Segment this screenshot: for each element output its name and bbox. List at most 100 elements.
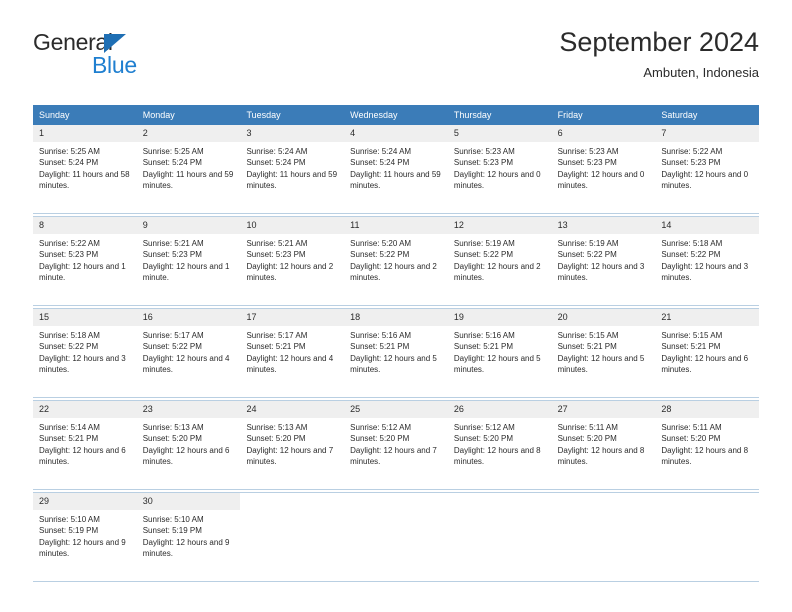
sunrise-text: Sunrise: 5:25 AM: [39, 147, 100, 156]
day-cell[interactable]: 15 Sunrise: 5:18 AM Sunset: 5:22 PM Dayligh…: [33, 309, 137, 397]
day-cell-empty: [240, 493, 344, 581]
sunrise-text: Sunrise: 5:21 AM: [246, 239, 308, 248]
sunset-text: Sunset: 5:20 PM: [557, 434, 617, 444]
day-number: 2: [136, 125, 241, 142]
sunrise-text: Sunrise: 5:15 AM: [557, 331, 619, 340]
sunrise-text: Sunrise: 5:15 AM: [661, 331, 723, 340]
day-cell[interactable]: 4 Sunrise: 5:24 AM Sunset: 5:24 PM Daylight…: [344, 125, 448, 213]
day-number: 30: [136, 493, 241, 510]
day-number: 10: [240, 217, 345, 234]
sunset-text: Sunset: 5:23 PM: [246, 250, 306, 260]
daylight-text: Daylight: 12 hours and 8 minutes.: [453, 445, 541, 467]
day-cell[interactable]: 19 Sunrise: 5:16 AM Sunset: 5:21 PM Dayligh…: [447, 309, 552, 397]
day-cell[interactable]: 27 Sunrise: 5:11 AM Sunset: 5:20 PM Dayligh…: [551, 401, 656, 489]
sunset-text: Sunset: 5:24 PM: [142, 158, 202, 168]
day-cell[interactable]: 18 Sunrise: 5:16 AM Sunset: 5:21 PM Dayligh…: [344, 309, 448, 397]
daylight-text: Daylight: 12 hours and 0 minutes.: [661, 169, 749, 191]
sunset-text: Sunset: 5:22 PM: [142, 342, 202, 352]
weekday-header-thursday: Thursday: [453, 110, 492, 120]
day-cell[interactable]: 20 Sunrise: 5:15 AM Sunset: 5:21 PM Dayligh…: [551, 309, 656, 397]
day-number: 18: [344, 309, 448, 326]
day-details: Sunrise: 5:18 AM Sunset: 5:22 PM Daylight:…: [655, 234, 759, 284]
day-cell[interactable]: 1 Sunrise: 5:25 AM Sunset: 5:24 PM Daylight…: [33, 125, 137, 213]
day-details: Sunrise: 5:17 AM Sunset: 5:22 PM Daylight:…: [137, 326, 241, 376]
sunrise-text: Sunrise: 5:13 AM: [142, 423, 204, 432]
daylight-text: Daylight: 12 hours and 5 minutes.: [453, 353, 541, 375]
sunset-text: Sunset: 5:20 PM: [453, 434, 514, 444]
day-cell[interactable]: 24 Sunrise: 5:13 AM Sunset: 5:20 PM Dayligh…: [240, 401, 345, 489]
day-cell[interactable]: 11 Sunrise: 5:20 AM Sunset: 5:22 PM Dayligh…: [344, 217, 448, 305]
daylight-text: Daylight: 12 hours and 1 minute.: [39, 261, 126, 283]
day-number: 1: [33, 125, 137, 142]
sunrise-text: Sunrise: 5:22 AM: [39, 239, 100, 248]
weekday-header-saturday: Saturday: [661, 110, 698, 120]
sunrise-text: Sunrise: 5:18 AM: [39, 331, 100, 340]
day-number: 28: [655, 401, 760, 418]
daylight-text: Daylight: 12 hours and 3 minutes.: [557, 261, 645, 283]
day-cell[interactable]: 30 Sunrise: 5:10 AM Sunset: 5:19 PM Dayligh…: [136, 493, 241, 581]
day-details: Sunrise: 5:16 AM Sunset: 5:21 PM Daylight:…: [344, 326, 448, 376]
day-number: 20: [551, 309, 656, 326]
sunset-text: Sunset: 5:22 PM: [661, 250, 721, 260]
sunrise-text: Sunrise: 5:24 AM: [350, 147, 412, 156]
logo-triangle-icon: [104, 34, 126, 53]
day-cell[interactable]: 6 Sunrise: 5:23 AM Sunset: 5:23 PM Daylight…: [551, 125, 656, 213]
day-cell[interactable]: 28 Sunrise: 5:11 AM Sunset: 5:20 PM Dayligh…: [655, 401, 760, 489]
daylight-text: Daylight: 11 hours and 59 minutes.: [142, 169, 234, 191]
day-cell[interactable]: 14 Sunrise: 5:18 AM Sunset: 5:22 PM Dayligh…: [655, 217, 760, 305]
sunset-text: Sunset: 5:21 PM: [350, 342, 410, 352]
daylight-text: Daylight: 12 hours and 3 minutes.: [39, 353, 126, 375]
day-cell[interactable]: 2 Sunrise: 5:25 AM Sunset: 5:24 PM Daylight…: [136, 125, 241, 213]
day-details: Sunrise: 5:24 AM Sunset: 5:24 PM Daylight:…: [344, 142, 448, 192]
day-cell[interactable]: 26 Sunrise: 5:12 AM Sunset: 5:20 PM Dayligh…: [447, 401, 552, 489]
daylight-text: Daylight: 11 hours and 59 minutes.: [246, 169, 338, 191]
day-number: [552, 493, 656, 510]
sunset-text: Sunset: 5:19 PM: [39, 526, 99, 536]
day-cell[interactable]: 23 Sunrise: 5:13 AM Sunset: 5:20 PM Dayligh…: [136, 401, 241, 489]
day-cell[interactable]: 7 Sunrise: 5:22 AM Sunset: 5:23 PM Daylight…: [655, 125, 760, 213]
sunset-text: Sunset: 5:19 PM: [142, 526, 202, 536]
page-subtitle: Ambuten, Indonesia: [643, 65, 759, 80]
day-cell[interactable]: 16 Sunrise: 5:17 AM Sunset: 5:22 PM Dayligh…: [136, 309, 241, 397]
day-cell[interactable]: 10 Sunrise: 5:21 AM Sunset: 5:23 PM Dayligh…: [240, 217, 345, 305]
sunset-text: Sunset: 5:22 PM: [557, 250, 617, 260]
day-cell[interactable]: 3 Sunrise: 5:24 AM Sunset: 5:24 PM Daylight…: [240, 125, 345, 213]
calendar-page: General Blue September 2024 Ambuten, Ind…: [0, 0, 792, 612]
day-number: 17: [240, 309, 345, 326]
day-number: [448, 493, 552, 510]
sunset-text: Sunset: 5:23 PM: [453, 158, 514, 168]
weekday-header-sunday: Sunday: [39, 110, 70, 120]
day-details: Sunrise: 5:13 AM Sunset: 5:20 PM Daylight:…: [137, 418, 241, 468]
day-cell[interactable]: 8 Sunrise: 5:22 AM Sunset: 5:23 PM Daylight…: [33, 217, 137, 305]
day-cell[interactable]: 17 Sunrise: 5:17 AM Sunset: 5:21 PM Dayligh…: [240, 309, 345, 397]
day-cell[interactable]: 21 Sunrise: 5:15 AM Sunset: 5:21 PM Dayligh…: [655, 309, 760, 397]
day-details: Sunrise: 5:12 AM Sunset: 5:20 PM Daylight:…: [344, 418, 448, 468]
day-details: Sunrise: 5:12 AM Sunset: 5:20 PM Daylight:…: [448, 418, 552, 468]
day-cell[interactable]: 9 Sunrise: 5:21 AM Sunset: 5:23 PM Daylight…: [136, 217, 241, 305]
general-blue-logo[interactable]: General Blue: [33, 26, 233, 88]
daylight-text: Daylight: 12 hours and 0 minutes.: [453, 169, 541, 191]
sunset-text: Sunset: 5:23 PM: [557, 158, 617, 168]
sunrise-text: Sunrise: 5:17 AM: [142, 331, 204, 340]
sunrise-text: Sunrise: 5:12 AM: [350, 423, 412, 432]
day-cell[interactable]: 12 Sunrise: 5:19 AM Sunset: 5:22 PM Dayligh…: [447, 217, 552, 305]
day-cell[interactable]: 25 Sunrise: 5:12 AM Sunset: 5:20 PM Dayligh…: [344, 401, 448, 489]
sunrise-text: Sunrise: 5:13 AM: [246, 423, 308, 432]
daylight-text: Daylight: 11 hours and 58 minutes.: [39, 169, 130, 191]
day-details: Sunrise: 5:23 AM Sunset: 5:23 PM Daylight:…: [448, 142, 552, 192]
sunset-text: Sunset: 5:23 PM: [39, 250, 99, 260]
day-details: Sunrise: 5:20 AM Sunset: 5:22 PM Daylight:…: [344, 234, 448, 284]
day-number: 26: [447, 401, 552, 418]
day-cell[interactable]: 5 Sunrise: 5:23 AM Sunset: 5:23 PM Daylight…: [447, 125, 552, 213]
sunset-text: Sunset: 5:20 PM: [661, 434, 721, 444]
daylight-text: Daylight: 12 hours and 0 minutes.: [557, 169, 645, 191]
day-cell[interactable]: 29 Sunrise: 5:10 AM Sunset: 5:19 PM Dayligh…: [33, 493, 137, 581]
day-cell[interactable]: 22 Sunrise: 5:14 AM Sunset: 5:21 PM Dayligh…: [33, 401, 137, 489]
day-number: 27: [551, 401, 656, 418]
day-number: 12: [447, 217, 552, 234]
sunset-text: Sunset: 5:24 PM: [350, 158, 410, 168]
day-cell[interactable]: 13 Sunrise: 5:19 AM Sunset: 5:22 PM Dayligh…: [551, 217, 656, 305]
sunset-text: Sunset: 5:22 PM: [453, 250, 514, 260]
sunrise-text: Sunrise: 5:18 AM: [661, 239, 723, 248]
title-block: September 2024 Ambuten, Indonesia: [559, 26, 759, 82]
